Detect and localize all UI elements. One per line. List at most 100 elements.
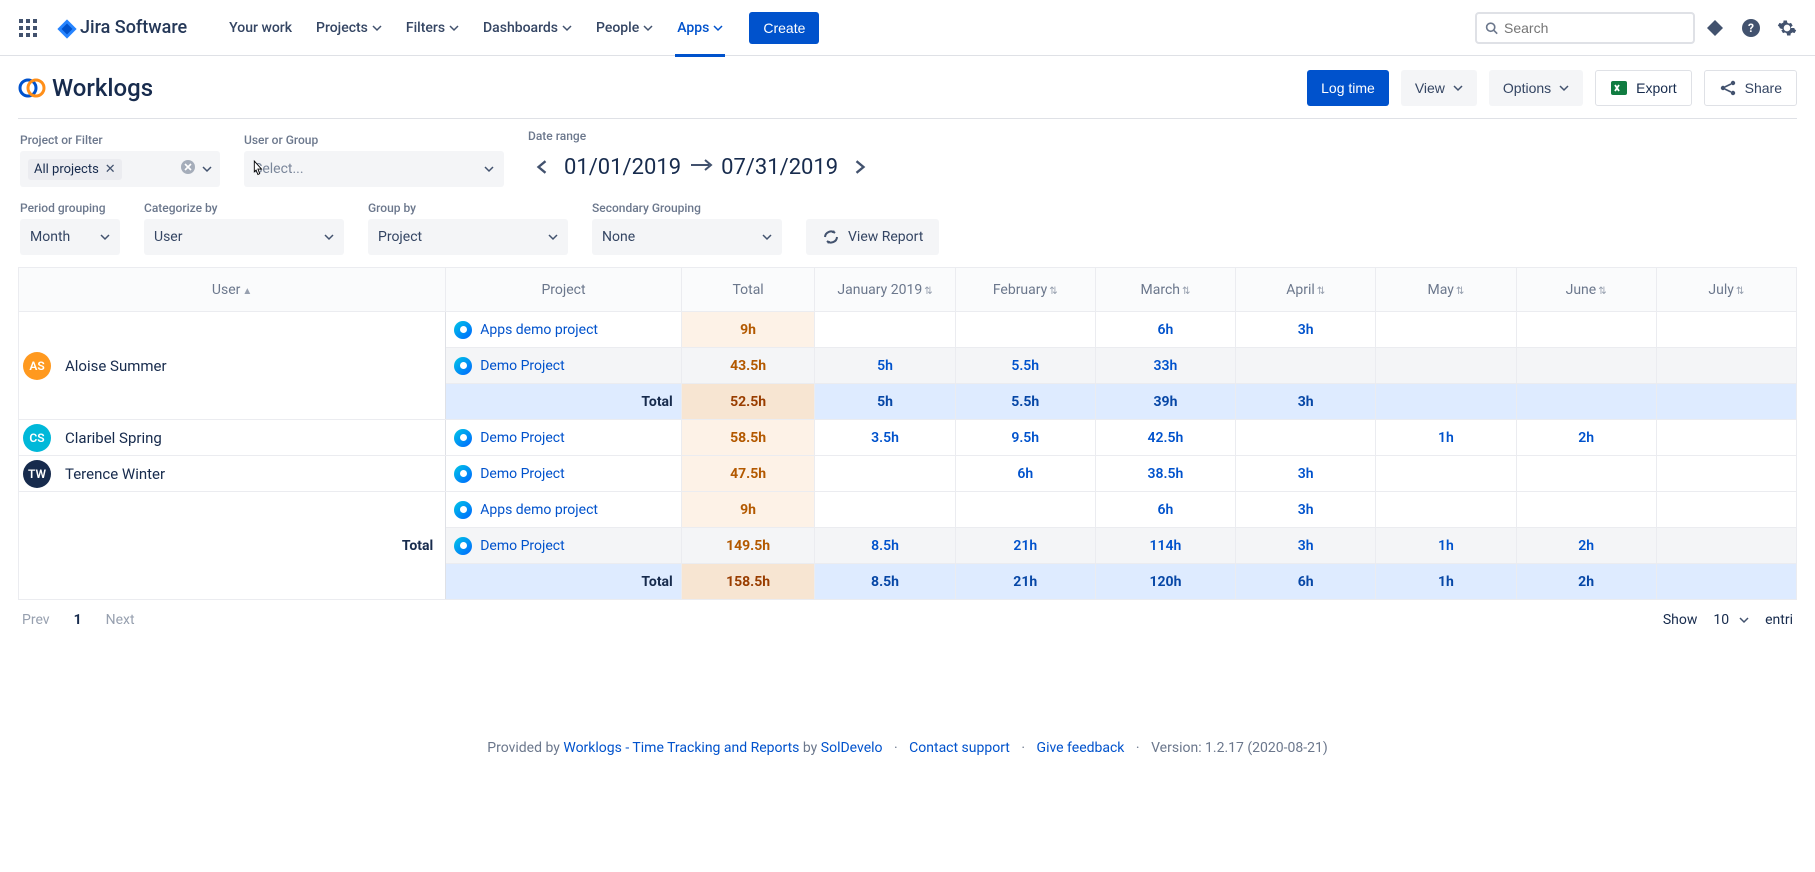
col-month-header[interactable]: February⇅ <box>955 268 1095 312</box>
hour-cell[interactable]: 5.5h <box>955 348 1095 384</box>
hour-cell[interactable]: 2h <box>1516 564 1656 600</box>
hour-cell[interactable]: 5.5h <box>955 384 1095 420</box>
groupby-select[interactable]: Project <box>368 219 568 255</box>
search-field[interactable] <box>1504 20 1685 36</box>
project-link[interactable]: Demo Project <box>480 538 564 554</box>
settings-icon[interactable] <box>1771 12 1803 44</box>
pagination-prev[interactable]: Prev <box>22 612 50 628</box>
help-icon[interactable]: ? <box>1735 12 1767 44</box>
hour-cell[interactable]: 6h <box>955 456 1095 492</box>
hour-cell[interactable]: 6h <box>1095 312 1235 348</box>
total-cell[interactable]: 43.5h <box>681 348 815 384</box>
col-month-header[interactable]: May⇅ <box>1376 268 1516 312</box>
hour-cell[interactable]: 2h <box>1516 528 1656 564</box>
view-report-button[interactable]: View Report <box>806 219 939 255</box>
hour-cell[interactable]: 2h <box>1516 420 1656 456</box>
hour-cell[interactable]: 3h <box>1236 384 1376 420</box>
close-icon[interactable]: ✕ <box>105 162 116 177</box>
hour-cell[interactable]: 6h <box>1095 492 1235 528</box>
project-filter-chip[interactable]: All projects ✕ <box>28 159 122 180</box>
hour-cell[interactable]: 8.5h <box>815 564 955 600</box>
nav-projects[interactable]: Projects <box>306 14 392 42</box>
pagination-size-select[interactable]: 10 <box>1705 610 1757 630</box>
footer-contact-link[interactable]: Contact support <box>909 740 1010 756</box>
hour-cell[interactable]: 114h <box>1095 528 1235 564</box>
hour-cell[interactable]: 5h <box>815 348 955 384</box>
project-link[interactable]: Apps demo project <box>480 322 598 338</box>
project-icon <box>454 321 472 339</box>
hour-cell[interactable]: 38.5h <box>1095 456 1235 492</box>
user-name[interactable]: Aloise Summer <box>65 357 167 375</box>
product-logo[interactable]: Jira Software <box>48 17 195 38</box>
hour-cell[interactable]: 33h <box>1095 348 1235 384</box>
log-time-button[interactable]: Log time <box>1307 70 1389 106</box>
hour-cell[interactable]: 1h <box>1376 528 1516 564</box>
col-month-header[interactable]: July⇅ <box>1656 268 1796 312</box>
hour-cell[interactable]: 3h <box>1236 312 1376 348</box>
search-input[interactable] <box>1475 12 1695 44</box>
user-group-select[interactable]: Select... <box>244 151 504 187</box>
hour-cell[interactable]: 8.5h <box>815 528 955 564</box>
chevron-down-icon <box>562 23 572 33</box>
hour-cell[interactable]: 21h <box>955 564 1095 600</box>
categorize-select[interactable]: User <box>144 219 344 255</box>
project-filter-select[interactable]: All projects ✕ <box>20 151 220 187</box>
hour-cell[interactable]: 120h <box>1095 564 1235 600</box>
col-month-header[interactable]: March⇅ <box>1095 268 1235 312</box>
date-to[interactable]: 07/31/2019 <box>721 155 838 180</box>
hour-cell[interactable]: 3h <box>1236 456 1376 492</box>
user-name[interactable]: Terence Winter <box>65 465 165 483</box>
notifications-icon[interactable] <box>1699 12 1731 44</box>
col-month-header[interactable]: January 2019⇅ <box>815 268 955 312</box>
project-link[interactable]: Demo Project <box>480 358 564 374</box>
export-button[interactable]: Export <box>1595 70 1691 106</box>
pagination-next[interactable]: Next <box>106 612 135 628</box>
hour-cell[interactable]: 3h <box>1236 528 1376 564</box>
share-button[interactable]: Share <box>1704 70 1797 106</box>
user-name[interactable]: Claribel Spring <box>65 429 162 447</box>
period-grouping-select[interactable]: Month <box>20 219 120 255</box>
col-user-header[interactable]: User▲ <box>19 268 446 312</box>
nav-your-work[interactable]: Your work <box>219 14 302 42</box>
view-dropdown[interactable]: View <box>1401 70 1477 106</box>
create-button[interactable]: Create <box>749 12 819 44</box>
total-cell[interactable]: 9h <box>681 492 815 528</box>
hour-cell[interactable]: 42.5h <box>1095 420 1235 456</box>
footer-worklogs-link[interactable]: Worklogs - Time Tracking and Reports <box>563 740 799 756</box>
hour-cell[interactable]: 5h <box>815 384 955 420</box>
total-cell[interactable]: 47.5h <box>681 456 815 492</box>
total-cell[interactable]: 58.5h <box>681 420 815 456</box>
nav-apps[interactable]: Apps <box>667 14 733 42</box>
chevron-down-icon <box>484 164 494 174</box>
project-link[interactable]: Demo Project <box>480 430 564 446</box>
col-project-header[interactable]: Project <box>446 268 682 312</box>
hour-cell[interactable]: 1h <box>1376 420 1516 456</box>
categorize-label: Categorize by <box>144 201 344 215</box>
total-cell[interactable]: 9h <box>681 312 815 348</box>
options-dropdown[interactable]: Options <box>1489 70 1583 106</box>
total-cell[interactable]: 149.5h <box>681 528 815 564</box>
clear-icon[interactable] <box>180 159 196 179</box>
nav-dashboards[interactable]: Dashboards <box>473 14 582 42</box>
date-prev-button[interactable] <box>528 149 556 185</box>
col-month-header[interactable]: April⇅ <box>1236 268 1376 312</box>
col-total-header[interactable]: Total <box>681 268 815 312</box>
hour-cell[interactable]: 21h <box>955 528 1095 564</box>
col-month-header[interactable]: June⇅ <box>1516 268 1656 312</box>
project-link[interactable]: Apps demo project <box>480 502 598 518</box>
nav-filters[interactable]: Filters <box>396 14 469 42</box>
app-switcher-icon[interactable] <box>12 12 44 44</box>
hour-cell[interactable]: 1h <box>1376 564 1516 600</box>
hour-cell[interactable]: 9.5h <box>955 420 1095 456</box>
footer-feedback-link[interactable]: Give feedback <box>1037 740 1125 756</box>
hour-cell[interactable]: 3.5h <box>815 420 955 456</box>
hour-cell[interactable]: 6h <box>1236 564 1376 600</box>
date-from[interactable]: 01/01/2019 <box>564 155 681 180</box>
hour-cell[interactable]: 3h <box>1236 492 1376 528</box>
project-link[interactable]: Demo Project <box>480 466 564 482</box>
nav-people[interactable]: People <box>586 14 663 42</box>
hour-cell[interactable]: 39h <box>1095 384 1235 420</box>
secondary-grouping-select[interactable]: None <box>592 219 782 255</box>
footer-soldevelo-link[interactable]: SolDevelo <box>821 740 883 756</box>
date-next-button[interactable] <box>846 149 874 185</box>
